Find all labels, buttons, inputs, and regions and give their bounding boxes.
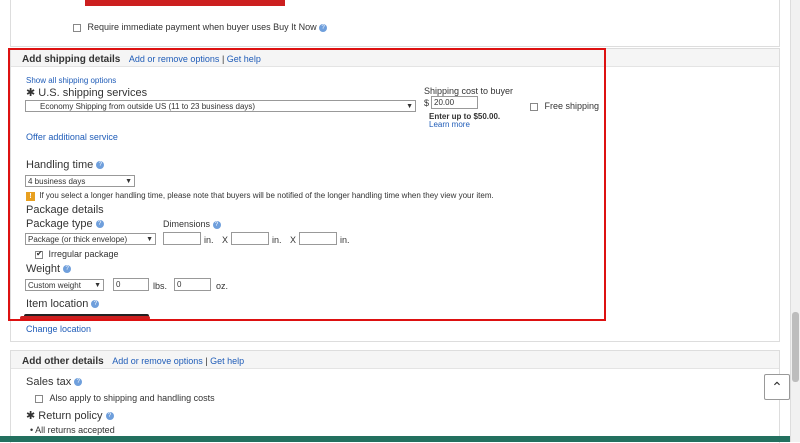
other-get-help-link[interactable]: Get help [210,356,244,366]
also-apply-row: Also apply to shipping and handling cost… [35,393,215,403]
bottom-bar [0,436,790,442]
sales-tax-label: Sales tax ? [26,376,83,388]
chevron-up-icon: ⌃ [771,379,783,395]
highlight-box [8,48,606,321]
separator: | [205,356,208,366]
require-payment-label: Require immediate payment when buyer use… [87,22,317,32]
also-apply-label: Also apply to shipping and handling cost… [49,393,215,403]
scroll-to-top-button[interactable]: ⌃ [764,374,790,400]
return-policy-label: ✱ Return policy ? [26,409,114,422]
other-section-title: Add other details [22,356,104,367]
redacted-email [85,0,285,6]
also-apply-checkbox[interactable] [35,394,43,403]
vertical-scrollbar[interactable] [790,0,800,442]
require-payment-row: Require immediate payment when buyer use… [73,22,328,32]
payment-panel: Require immediate payment when buyer use… [10,0,780,47]
scrollbar-thumb[interactable] [792,312,799,382]
change-location-link[interactable]: Change location [26,324,91,334]
help-icon[interactable]: ? [319,23,328,32]
require-payment-checkbox[interactable] [73,23,81,32]
other-add-remove-link[interactable]: Add or remove options [112,356,203,366]
help-icon[interactable]: ? [105,412,114,421]
returns-accepted-row: • All returns accepted [30,425,115,435]
other-header-row: Add other details Add or remove options … [22,356,244,367]
returns-accepted-label: All returns accepted [35,425,115,435]
help-icon[interactable]: ? [74,378,83,387]
